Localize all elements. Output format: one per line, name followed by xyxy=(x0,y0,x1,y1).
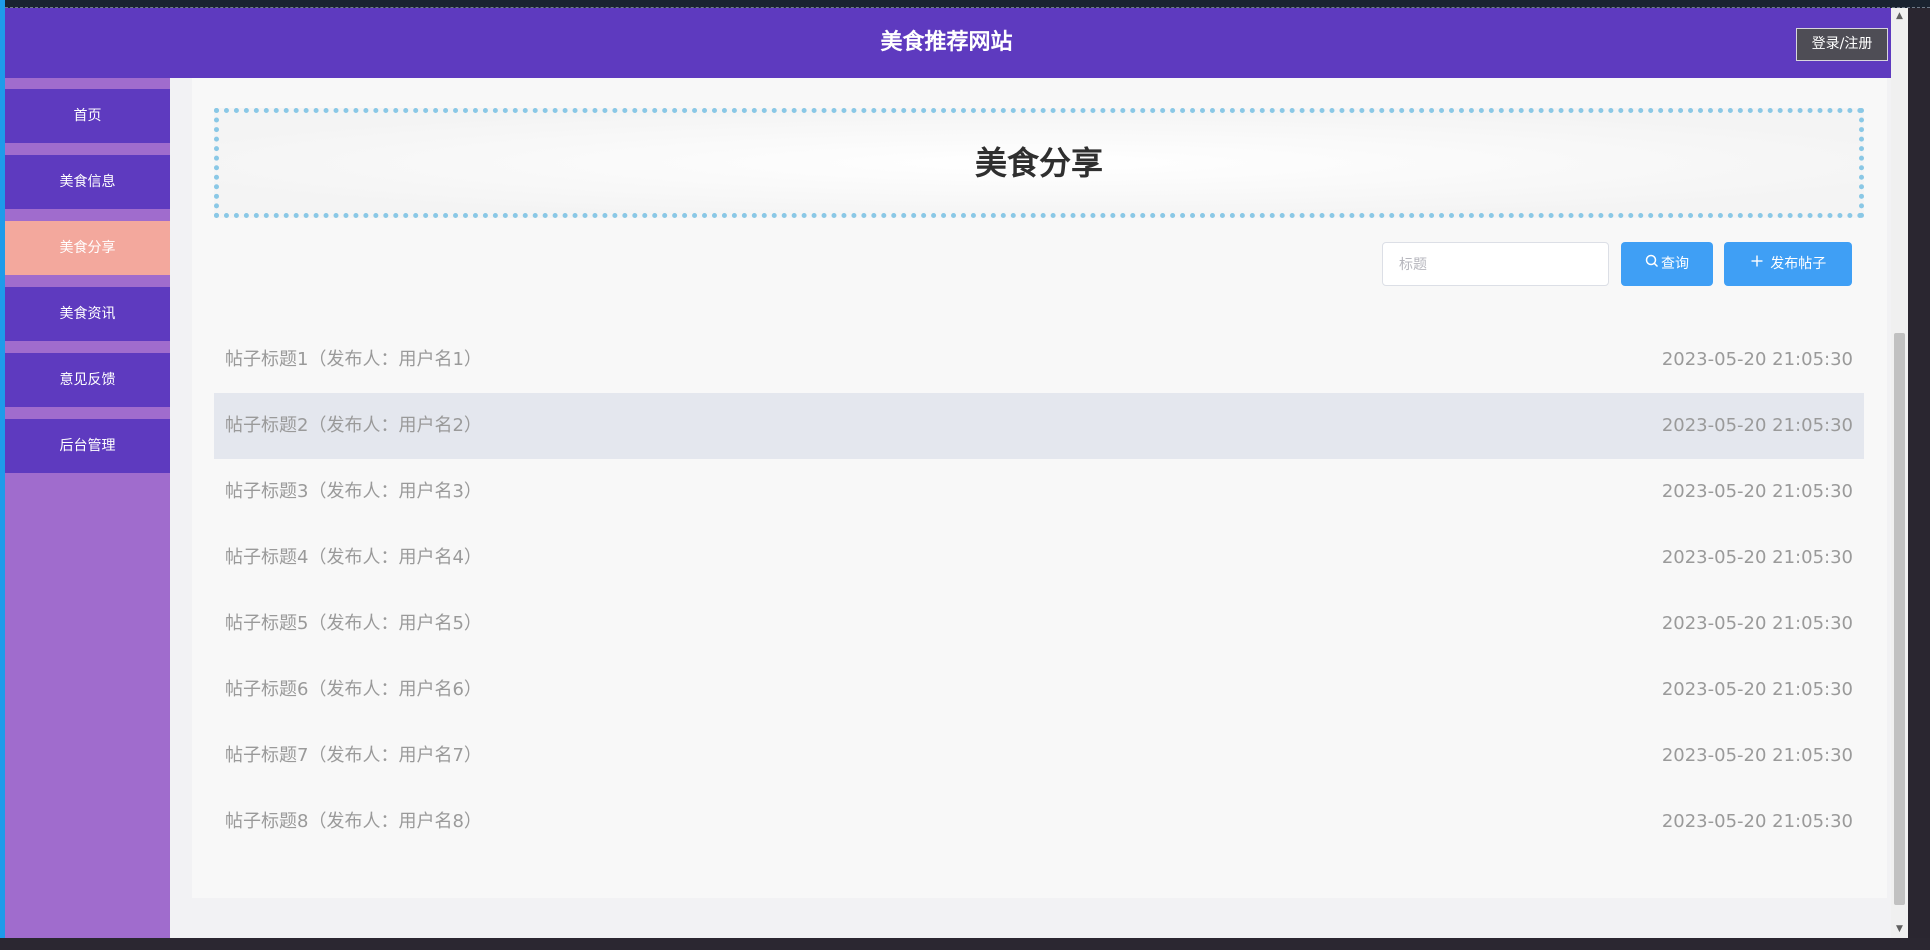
sidebar-item-admin[interactable]: 后台管理 xyxy=(5,419,170,473)
title-search-input[interactable] xyxy=(1382,242,1609,286)
post-time: 2023-05-20 21:05:30 xyxy=(1661,415,1853,436)
browser-frame: 美食推荐网站 登录/注册 首页 美食信息 美食分享 美食资讯 意见反馈 后台管理… xyxy=(0,0,1930,950)
post-row[interactable]: 帖子标题4（发布人：用户名4） 2023-05-20 21:05:30 xyxy=(214,525,1864,591)
post-title: 帖子标题7（发布人：用户名7） xyxy=(225,745,482,766)
site-title: 美食推荐网站 xyxy=(880,30,1013,55)
query-button-label: 查询 xyxy=(1661,256,1689,272)
login-register-button[interactable]: 登录/注册 xyxy=(1796,28,1888,61)
publish-post-button-label: 发布帖子 xyxy=(1770,256,1827,272)
page-title: 美食分享 xyxy=(974,144,1103,182)
post-row[interactable]: 帖子标题7（发布人：用户名7） 2023-05-20 21:05:30 xyxy=(214,723,1864,789)
vertical-scrollbar[interactable]: ▲ ▼ xyxy=(1891,8,1908,938)
query-button[interactable]: 查询 xyxy=(1621,242,1713,286)
post-title: 帖子标题8（发布人：用户名8） xyxy=(225,811,482,832)
scroll-up-arrow-icon[interactable]: ▲ xyxy=(1891,8,1908,25)
taskbar-strip xyxy=(0,938,1930,950)
post-time: 2023-05-20 21:05:30 xyxy=(1661,547,1853,568)
post-time: 2023-05-20 21:05:30 xyxy=(1661,481,1853,502)
post-row[interactable]: 帖子标题2（发布人：用户名2） 2023-05-20 21:05:30 xyxy=(214,393,1864,459)
post-list: 帖子标题1（发布人：用户名1） 2023-05-20 21:05:30 帖子标题… xyxy=(214,327,1864,855)
post-title: 帖子标题2（发布人：用户名2） xyxy=(225,415,482,436)
page-banner: 美食分享 xyxy=(214,108,1864,218)
publish-post-button[interactable]: 发布帖子 xyxy=(1724,242,1852,286)
post-row[interactable]: 帖子标题3（发布人：用户名3） 2023-05-20 21:05:30 xyxy=(214,459,1864,525)
post-time: 2023-05-20 21:05:30 xyxy=(1661,613,1853,634)
main-content: 美食分享 查询 发布帖子 xyxy=(192,78,1887,898)
post-row[interactable]: 帖子标题6（发布人：用户名6） 2023-05-20 21:05:30 xyxy=(214,657,1864,723)
sidebar-item-feedback[interactable]: 意见反馈 xyxy=(5,353,170,407)
post-time: 2023-05-20 21:05:30 xyxy=(1661,745,1853,766)
scroll-down-arrow-icon[interactable]: ▼ xyxy=(1891,921,1908,938)
post-title: 帖子标题3（发布人：用户名3） xyxy=(225,481,482,502)
post-title: 帖子标题1（发布人：用户名1） xyxy=(225,349,482,370)
post-time: 2023-05-20 21:05:30 xyxy=(1661,349,1853,370)
sidebar-item-home[interactable]: 首页 xyxy=(5,89,170,143)
post-row[interactable]: 帖子标题1（发布人：用户名1） 2023-05-20 21:05:30 xyxy=(214,327,1864,393)
browser-top-strip xyxy=(0,0,1930,8)
scrollbar-thumb[interactable] xyxy=(1894,333,1905,905)
sidebar-item-food-share[interactable]: 美食分享 xyxy=(5,221,170,275)
post-title: 帖子标题5（发布人：用户名5） xyxy=(225,613,482,634)
post-time: 2023-05-20 21:05:30 xyxy=(1661,679,1853,700)
plus-icon xyxy=(1750,242,1764,286)
post-time: 2023-05-20 21:05:30 xyxy=(1661,811,1853,832)
search-icon xyxy=(1645,242,1659,286)
header: 美食推荐网站 登录/注册 xyxy=(5,8,1908,78)
post-title: 帖子标题4（发布人：用户名4） xyxy=(225,547,482,568)
sidebar-item-food-info[interactable]: 美食信息 xyxy=(5,155,170,209)
post-title: 帖子标题6（发布人：用户名6） xyxy=(225,679,482,700)
page: 美食推荐网站 登录/注册 首页 美食信息 美食分享 美食资讯 意见反馈 后台管理… xyxy=(5,8,1908,938)
sidebar-item-food-news[interactable]: 美食资讯 xyxy=(5,287,170,341)
post-row[interactable]: 帖子标题5（发布人：用户名5） 2023-05-20 21:05:30 xyxy=(214,591,1864,657)
post-row[interactable]: 帖子标题8（发布人：用户名8） 2023-05-20 21:05:30 xyxy=(214,789,1864,855)
sidebar: 首页 美食信息 美食分享 美食资讯 意见反馈 后台管理 xyxy=(5,78,170,938)
